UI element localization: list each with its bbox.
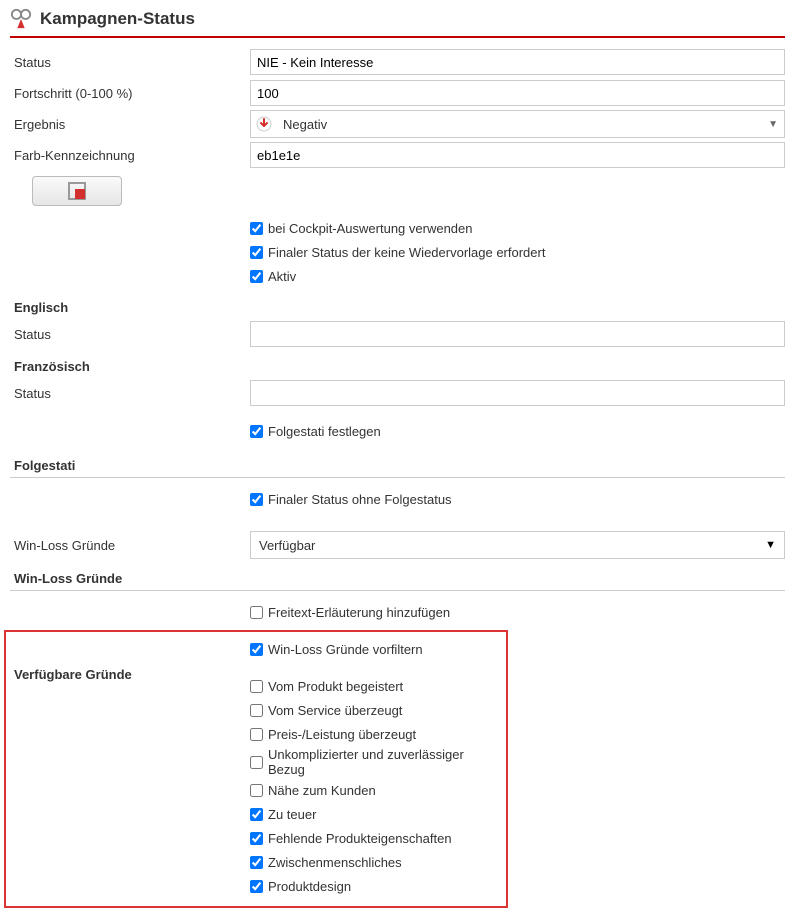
label-checkbox-finaler-ohne: Finaler Status ohne Folgestatus xyxy=(268,492,452,507)
select-ergebnis[interactable]: Negativ ▼ xyxy=(250,110,785,138)
label-grund-5: Zu teuer xyxy=(268,807,316,822)
select-ergebnis-value: Negativ xyxy=(283,117,327,132)
color-picker-button[interactable] xyxy=(32,176,122,206)
row-ergebnis: Ergebnis Negativ ▼ xyxy=(10,110,785,138)
label-checkbox-vorfiltern: Win-Loss Gründe vorfiltern xyxy=(268,642,423,657)
row-farb: Farb-Kennzeichnung xyxy=(10,141,785,169)
input-fortschritt[interactable] xyxy=(250,80,785,106)
verfuegbare-item: Produktdesign xyxy=(250,875,502,897)
checkbox-vorfiltern[interactable] xyxy=(250,643,263,656)
chevron-down-icon: ▼ xyxy=(768,119,778,130)
verfuegbare-list: Vom Produkt begeistert Vom Service überze… xyxy=(250,675,502,897)
label-englisch-status: Status xyxy=(10,327,250,342)
label-grund-3: Unkomplizierter und zuverlässiger Bezug xyxy=(268,747,502,777)
negativ-icon xyxy=(255,115,273,133)
label-franzoesisch-status: Status xyxy=(10,386,250,401)
input-englisch-status[interactable] xyxy=(250,321,785,347)
highlight-region: Win-Loss Gründe vorfiltern Verfügbare Gr… xyxy=(4,630,508,908)
label-grund-8: Produktdesign xyxy=(268,879,351,894)
checkbox-freitext[interactable] xyxy=(250,606,263,619)
label-fortschritt: Fortschritt (0-100 %) xyxy=(10,86,250,101)
checkbox-cockpit[interactable] xyxy=(250,222,263,235)
heading-franzoesisch: Französisch xyxy=(10,351,785,379)
checkbox-grund-5[interactable] xyxy=(250,808,263,821)
verfuegbare-item: Zwischenmenschliches xyxy=(250,851,502,873)
verfuegbare-item: Unkomplizierter und zuverlässiger Bezug xyxy=(250,747,502,777)
page-header: Kampagnen-Status xyxy=(10,8,785,38)
label-ergebnis: Ergebnis xyxy=(10,117,250,132)
color-swatch-icon xyxy=(68,182,86,200)
verfuegbare-item: Zu teuer xyxy=(250,803,502,825)
checkbox-grund-3[interactable] xyxy=(250,756,263,769)
verfuegbare-item: Preis-/Leistung überzeugt xyxy=(250,723,502,745)
row-englisch-status: Status xyxy=(10,320,785,348)
row-color-button xyxy=(10,172,785,206)
label-winloss-gruende: Win-Loss Gründe xyxy=(10,538,250,553)
label-grund-7: Zwischenmenschliches xyxy=(268,855,402,870)
label-grund-6: Fehlende Produkteigenschaften xyxy=(268,831,452,846)
status-icon xyxy=(10,8,32,30)
checkbox-finaler-wv[interactable] xyxy=(250,246,263,259)
checkbox-folgestati-festlegen[interactable] xyxy=(250,425,263,438)
checkbox-grund-2[interactable] xyxy=(250,728,263,741)
input-franzoesisch-status[interactable] xyxy=(250,380,785,406)
row-winloss-select: Win-Loss Gründe Verfügbar ▼ xyxy=(10,531,785,559)
row-folgestati-festlegen: Folgestati festlegen xyxy=(10,418,785,446)
row-checkboxes-1: bei Cockpit-Auswertung verwenden Finaler… xyxy=(10,217,785,289)
heading-winloss: Win-Loss Gründe xyxy=(10,563,785,591)
label-grund-0: Vom Produkt begeistert xyxy=(268,679,403,694)
heading-folgestati: Folgestati xyxy=(10,450,785,478)
verfuegbare-item: Fehlende Produkteigenschaften xyxy=(250,827,502,849)
row-status: Status xyxy=(10,48,785,76)
checkbox-grund-4[interactable] xyxy=(250,784,263,797)
checkbox-aktiv[interactable] xyxy=(250,270,263,283)
checkbox-grund-6[interactable] xyxy=(250,832,263,845)
label-checkbox-freitext: Freitext-Erläuterung hinzufügen xyxy=(268,605,450,620)
label-checkbox-finaler-wv: Finaler Status der keine Wiedervorlage e… xyxy=(268,245,545,260)
label-checkbox-cockpit: bei Cockpit-Auswertung verwenden xyxy=(268,221,473,236)
checkbox-grund-0[interactable] xyxy=(250,680,263,693)
heading-englisch: Englisch xyxy=(10,292,785,320)
checkbox-grund-8[interactable] xyxy=(250,880,263,893)
row-finaler-ohne: Finaler Status ohne Folgestatus xyxy=(10,486,785,514)
row-verfuegbare-heading: Verfügbare Gründe Vom Produkt begeistert… xyxy=(10,667,502,899)
verfuegbare-item: Nähe zum Kunden xyxy=(250,779,502,801)
input-status[interactable] xyxy=(250,49,785,75)
label-status: Status xyxy=(10,55,250,70)
label-grund-4: Nähe zum Kunden xyxy=(268,783,376,798)
label-grund-1: Vom Service überzeugt xyxy=(268,703,402,718)
label-checkbox-folgestati-festlegen: Folgestati festlegen xyxy=(268,424,381,439)
heading-verfuegbare: Verfügbare Gründe xyxy=(10,667,250,682)
page-title: Kampagnen-Status xyxy=(40,9,195,29)
checkbox-finaler-ohne[interactable] xyxy=(250,493,263,506)
verfuegbare-item: Vom Produkt begeistert xyxy=(250,675,502,697)
row-franzoesisch-status: Status xyxy=(10,379,785,407)
label-checkbox-aktiv: Aktiv xyxy=(268,269,296,284)
row-vorfiltern: Win-Loss Gründe vorfiltern xyxy=(10,636,502,664)
select-winloss-value: Verfügbar xyxy=(259,538,315,553)
verfuegbare-item: Vom Service überzeugt xyxy=(250,699,502,721)
label-farb: Farb-Kennzeichnung xyxy=(10,148,250,163)
chevron-down-icon: ▼ xyxy=(765,539,776,551)
checkbox-grund-7[interactable] xyxy=(250,856,263,869)
checkbox-grund-1[interactable] xyxy=(250,704,263,717)
row-fortschritt: Fortschritt (0-100 %) xyxy=(10,79,785,107)
label-grund-2: Preis-/Leistung überzeugt xyxy=(268,727,416,742)
row-freitext: Freitext-Erläuterung hinzufügen xyxy=(10,599,785,627)
input-farb[interactable] xyxy=(250,142,785,168)
select-winloss-gruende[interactable]: Verfügbar ▼ xyxy=(250,531,785,559)
